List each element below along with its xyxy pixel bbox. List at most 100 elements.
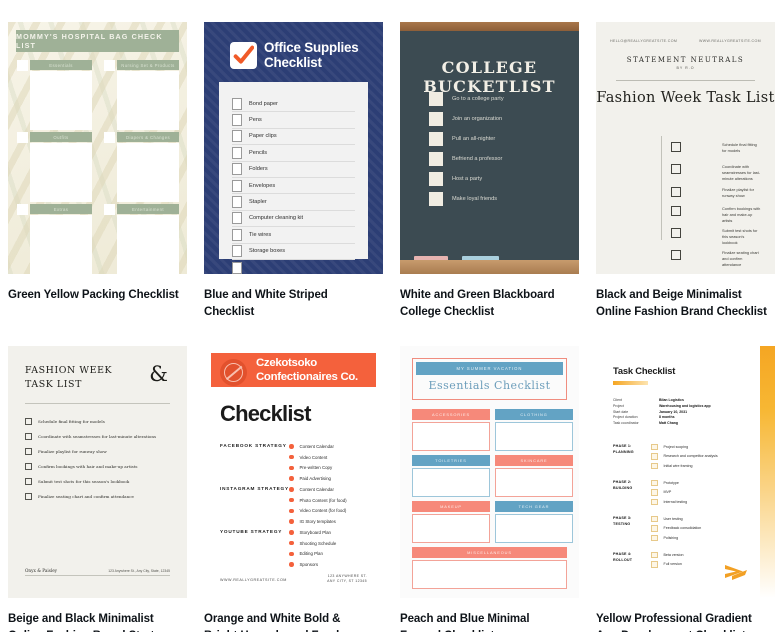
list-item[interactable]: Finalize playlist for runway show (25, 448, 107, 456)
group-checkbox[interactable] (17, 60, 28, 71)
template-thumbnail[interactable]: COLLEGE BUCKETLIST Go to a college party… (400, 22, 579, 274)
item-checkbox[interactable] (651, 534, 658, 542)
item-checkbox[interactable] (232, 146, 242, 159)
template-card-peach-blue-framed[interactable]: MY SUMMER VACATION Essentials Checklist … (400, 346, 585, 632)
list-item[interactable]: Research and competitor analysis (651, 452, 718, 461)
item-checkbox[interactable] (25, 418, 32, 426)
list-item[interactable]: Confirm bookings with hair and make-up a… (630, 206, 761, 224)
list-item[interactable]: Storyboard Plan (289, 527, 336, 538)
list-item[interactable]: Schedule final fitting for models (630, 142, 761, 154)
list-item[interactable]: Schedule final fitting for models (25, 418, 105, 426)
item-checkbox[interactable] (671, 187, 681, 197)
template-card-black-beige-fashion[interactable]: HELLO@REALLYGREATSITE.COM WWW.REALLYGREA… (596, 22, 781, 320)
template-thumbnail[interactable]: MOMMY'S HOSPITAL BAG CHECK LIST Essentia… (8, 22, 187, 274)
list-item[interactable]: Join an organization (429, 112, 502, 126)
item-checkbox[interactable] (429, 192, 443, 206)
list-item[interactable]: Editing Plan (289, 549, 336, 560)
list-item[interactable]: MVP (651, 488, 687, 497)
template-thumbnail[interactable]: FASHION WEEK TASK LIST & Schedule final … (8, 346, 187, 599)
item-checkbox[interactable] (429, 152, 443, 166)
template-caption[interactable]: White and Green Blackboard College Check… (400, 287, 572, 320)
item-checkbox[interactable] (232, 196, 242, 209)
item-checkbox[interactable] (651, 479, 658, 487)
template-card-green-yellow-packing[interactable]: MOMMY'S HOSPITAL BAG CHECK LIST Essentia… (8, 22, 193, 320)
item-checkbox[interactable] (429, 132, 443, 146)
list-item[interactable]: Sponsors (289, 559, 336, 570)
list-item[interactable]: Photo Content (for food) (289, 495, 347, 506)
item-checkbox[interactable] (671, 142, 681, 152)
item-checkbox[interactable] (25, 478, 32, 486)
item-checkbox[interactable] (232, 228, 242, 241)
list-item[interactable]: Project scoping (651, 442, 718, 451)
list-item[interactable]: Confirm bookings with hair and make-up a… (25, 463, 138, 471)
list-item[interactable]: Storage boxes (232, 244, 355, 260)
list-item[interactable]: Content Calendar (289, 441, 334, 452)
item-checkbox[interactable] (232, 245, 242, 258)
list-item[interactable]: Submit test shots for this season's look… (25, 478, 129, 486)
list-item[interactable]: Pre-written Copy (289, 463, 334, 474)
item-checkbox[interactable] (651, 551, 658, 559)
list-item[interactable]: Tie wires (232, 227, 355, 244)
list-item[interactable]: Finalize playlist for runway show (630, 187, 761, 199)
template-caption[interactable]: Green Yellow Packing Checklist (8, 287, 180, 304)
item-checkbox[interactable] (25, 448, 32, 456)
template-caption[interactable]: Peach and Blue Minimal Framed Checklist (400, 611, 572, 632)
list-item[interactable]: Bond paper (232, 96, 355, 113)
list-item[interactable]: Pencils (232, 145, 355, 162)
item-checkbox[interactable] (651, 525, 658, 532)
list-item[interactable]: Pull an all-nighter (429, 132, 495, 146)
item-checkbox[interactable] (25, 493, 32, 501)
list-item[interactable]: Paid Advertising (289, 473, 334, 484)
item-checkbox[interactable] (671, 228, 681, 238)
list-item[interactable]: Initial wire framing (651, 461, 718, 470)
template-thumbnail[interactable]: MY SUMMER VACATION Essentials Checklist … (400, 346, 579, 599)
item-checkbox[interactable] (25, 433, 32, 441)
template-thumbnail[interactable]: Czekotsoko Confectionaires Co. Checklist… (204, 346, 383, 599)
item-checkbox[interactable] (232, 130, 242, 143)
group-checkbox[interactable] (17, 204, 28, 215)
template-thumbnail[interactable]: Office Supplies Checklist Bond paper Pen… (204, 22, 383, 274)
template-card-blue-white-striped[interactable]: Office Supplies Checklist Bond paper Pen… (204, 22, 389, 320)
item-checkbox[interactable] (671, 164, 681, 174)
template-card-blackboard-college[interactable]: COLLEGE BUCKETLIST Go to a college party… (400, 22, 585, 320)
group-checkbox[interactable] (104, 60, 115, 71)
list-item[interactable]: Feedback consolidation (651, 524, 701, 533)
item-checkbox[interactable] (429, 172, 443, 186)
template-card-yellow-gradient-app[interactable]: Task Checklist Client Bilan Logistics Pro… (596, 346, 781, 632)
template-thumbnail[interactable]: HELLO@REALLYGREATSITE.COM WWW.REALLYGREA… (596, 22, 775, 274)
item-checkbox[interactable] (671, 206, 681, 216)
list-item[interactable]: Computer cleaning kit (232, 211, 355, 228)
list-item[interactable]: Shooting Schedule (289, 538, 336, 549)
list-item[interactable]: Video Content (for food) (289, 506, 347, 517)
list-item[interactable]: Host a party (429, 172, 482, 186)
list-item[interactable]: IG Story templates (289, 516, 347, 527)
item-checkbox[interactable] (651, 498, 658, 506)
template-card-orange-white-food[interactable]: Czekotsoko Confectionaires Co. Checklist… (204, 346, 389, 632)
item-checkbox[interactable] (25, 463, 32, 471)
group-checkbox[interactable] (104, 132, 115, 143)
list-item[interactable]: Coordinate with seamstresses for last-mi… (25, 433, 156, 441)
item-checkbox[interactable] (232, 212, 242, 225)
list-item[interactable] (232, 260, 355, 274)
template-caption[interactable]: Black and Beige Minimalist Online Fashio… (596, 287, 768, 320)
list-item[interactable]: Video Content (289, 452, 334, 463)
item-checkbox[interactable] (651, 561, 658, 568)
item-checkbox[interactable] (429, 92, 443, 106)
list-item[interactable]: Pens (232, 112, 355, 129)
list-item[interactable]: Envelopes (232, 178, 355, 195)
item-checkbox[interactable] (651, 489, 658, 496)
list-item[interactable]: Submit test shots for this season's look… (630, 228, 761, 246)
item-checkbox[interactable] (232, 261, 242, 274)
item-checkbox[interactable] (651, 515, 658, 523)
item-checkbox[interactable] (232, 97, 242, 110)
list-item[interactable]: Befriend a professor (429, 152, 502, 166)
list-item[interactable]: User testing (651, 514, 701, 523)
item-checkbox[interactable] (651, 453, 658, 460)
item-checkbox[interactable] (429, 112, 443, 126)
item-checkbox[interactable] (232, 163, 242, 176)
item-checkbox[interactable] (671, 250, 681, 260)
list-item[interactable]: Full version (651, 560, 683, 569)
item-checkbox[interactable] (232, 114, 242, 127)
list-item[interactable]: Finalize seating chart and confirm atten… (25, 493, 134, 501)
list-item[interactable]: Beta version (651, 550, 683, 559)
